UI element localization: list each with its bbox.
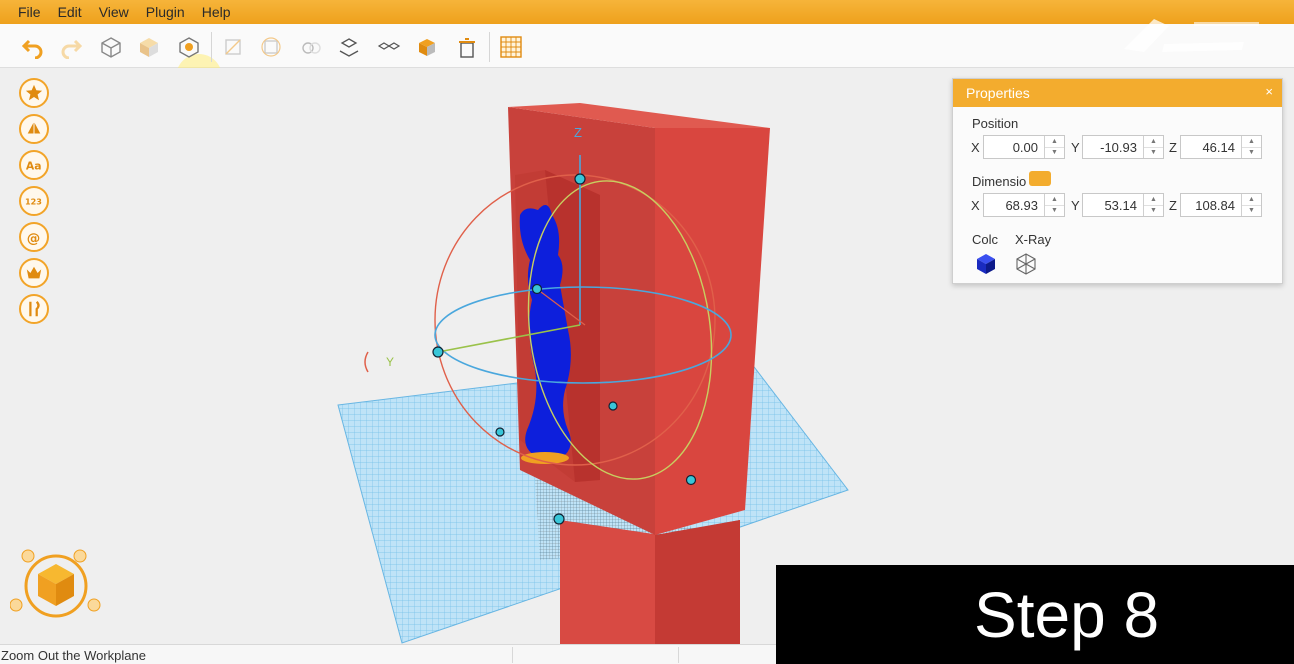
status-separator [512,647,513,663]
toolbar [0,24,1294,100]
gizmo-handle [608,401,618,411]
color-label: Colc [972,232,999,247]
close-icon[interactable]: × [1265,84,1273,99]
status-separator [678,647,679,663]
gizmo-handle [553,513,565,525]
position-y-value[interactable]: -10.93 [1083,136,1143,158]
dimension-x-spinner[interactable]: ▲ ▼ [1044,194,1064,216]
dimension-y-spinner[interactable]: ▲ ▼ [1143,194,1163,216]
redo-icon[interactable] [56,32,86,62]
step-caption-overlay: Step 8 [776,565,1294,664]
position-y-spinner[interactable]: ▲ ▼ [1143,136,1163,158]
menu-edit[interactable]: Edit [58,4,82,20]
menu-help[interactable]: Help [202,4,231,20]
dimension-label: Dimensio [972,174,1027,189]
scale-icon[interactable] [218,32,248,62]
merge-icon[interactable] [412,32,442,62]
dimension-z-field[interactable]: 108.84 ▲ ▼ [1180,193,1262,217]
left-sidebar: Aa 123 @ [19,78,51,330]
position-z-axis-label: Z [1169,140,1177,155]
star-icon[interactable] [19,78,49,108]
properties-header: Properties × [953,79,1282,107]
menu-bar: File Edit View Plugin Help [0,0,1294,24]
place-on-bed-icon[interactable] [334,32,364,62]
svg-text:@: @ [27,230,41,246]
step-caption-text: Step 8 [974,578,1160,651]
cube-shaded-icon[interactable] [134,32,164,62]
dimension-y-field[interactable]: 53.14 ▲ ▼ [1082,193,1164,217]
axis-z-label: Z [574,125,582,140]
dimension-x-value[interactable]: 68.93 [984,194,1044,216]
dimension-x-field[interactable]: 68.93 ▲ ▼ [983,193,1065,217]
xray-label: X-Ray [1015,232,1052,247]
position-x-value[interactable]: 0.00 [984,136,1044,158]
position-y-axis-label: Y [1071,140,1080,155]
delete-icon[interactable] [452,32,482,62]
move-icon[interactable] [174,32,204,62]
dimension-z-axis-label: Z [1169,198,1177,213]
menu-plugin[interactable]: Plugin [146,4,185,20]
xray-toggle-icon[interactable] [1014,252,1038,276]
status-text: Zoom Out the Workplane [1,648,146,663]
menu-file[interactable]: File [18,4,41,20]
position-x-field[interactable]: 0.00 ▲ ▼ [983,135,1065,159]
gizmo-handle [432,346,444,358]
dimension-z-value[interactable]: 108.84 [1181,194,1241,216]
at-icon[interactable]: @ [19,222,49,252]
toolbar-separator [211,32,212,62]
cube-outline-icon[interactable] [96,32,126,62]
position-z-value[interactable]: 46.14 [1181,136,1241,158]
position-x-spinner[interactable]: ▲ ▼ [1044,136,1064,158]
split-icon[interactable] [374,32,404,62]
tools-icon[interactable] [19,294,49,324]
undo-icon[interactable] [18,32,48,62]
dimension-z-spinner[interactable]: ▲ ▼ [1241,194,1261,216]
gizmo-handle [531,283,543,295]
dimension-y-axis-label: Y [1071,198,1080,213]
dimension-x-axis-label: X [971,198,980,213]
brand-logo [1124,19,1259,52]
svg-text:123: 123 [25,197,42,207]
number-icon[interactable]: 123 [19,186,49,216]
rotate-icon[interactable] [256,32,286,62]
grid-icon[interactable] [496,32,526,62]
color-swatch-icon[interactable] [974,252,998,276]
svg-text:Aa: Aa [26,160,42,173]
position-x-axis-label: X [971,140,980,155]
properties-title: Properties [966,85,1030,101]
gizmo-handle [685,474,697,486]
gizmo-handle [574,173,586,185]
text-icon[interactable]: Aa [19,150,49,180]
position-label: Position [972,116,1019,131]
lock-ratio-icon[interactable] [1029,171,1051,186]
position-z-field[interactable]: 46.14 ▲ ▼ [1180,135,1262,159]
dimension-y-value[interactable]: 53.14 [1083,194,1143,216]
position-y-field[interactable]: -10.93 ▲ ▼ [1082,135,1164,159]
position-z-spinner[interactable]: ▲ ▼ [1241,136,1261,158]
shape-icon[interactable] [19,114,49,144]
crown-icon[interactable] [19,258,49,288]
view-navigation-cube[interactable] [10,548,102,618]
axis-y-label: Y [386,355,394,369]
toolbar-separator [489,32,490,62]
gizmo-handle [495,427,505,437]
menu-view[interactable]: View [99,4,129,20]
mirror-icon[interactable] [296,32,326,62]
